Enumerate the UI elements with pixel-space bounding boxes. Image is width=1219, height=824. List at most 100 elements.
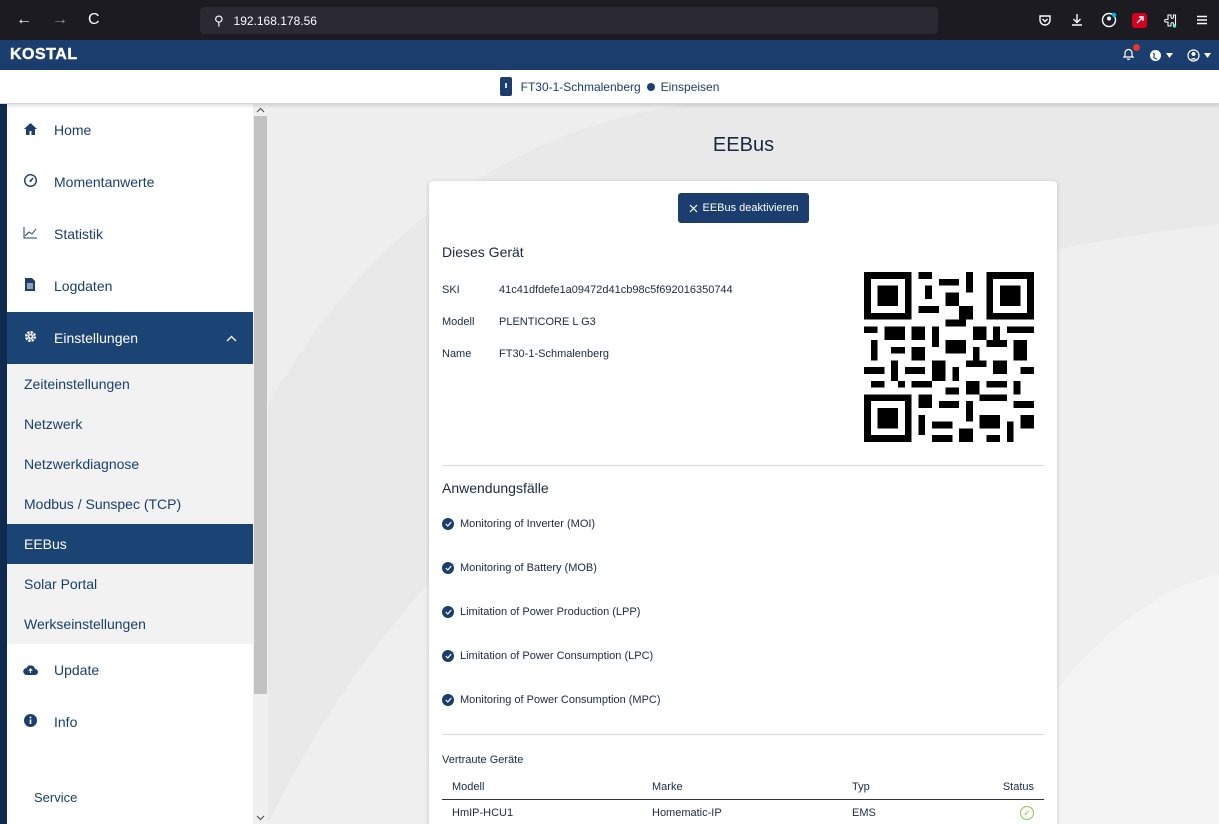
gauge-icon (23, 173, 37, 190)
address-bar[interactable]: ⚲ 192.168.178.56 (200, 7, 938, 34)
back-icon[interactable]: ← (16, 11, 32, 29)
usecase-item: Limitation of Power Production (LPP) (442, 606, 640, 618)
usecase-label: Limitation of Power Production (LPP) (460, 606, 641, 618)
submenu-item-werkseinstellungen[interactable]: Werkseinstellungen (7, 604, 253, 644)
browser-nav: ← → C (0, 11, 200, 29)
cell-marke: Homematic-IP (652, 807, 722, 819)
language-icon[interactable] (1149, 49, 1173, 62)
column-header[interactable]: Marke (642, 776, 842, 800)
menu-icon[interactable] (1193, 11, 1211, 29)
forward-icon[interactable]: → (52, 11, 68, 29)
device-info-row: Name FT30-1-Schmalenberg (442, 348, 609, 360)
sidebar-item-update[interactable]: Update (7, 644, 253, 696)
sidebar-item-statistik[interactable]: Statistik (7, 208, 253, 260)
column-header[interactable]: Typ (842, 776, 982, 800)
sidebar-item-einstellungen[interactable]: Einstellungen (7, 312, 253, 364)
sidebar-item-home[interactable]: Home (7, 104, 253, 156)
divider (442, 465, 1044, 466)
close-icon (689, 201, 698, 216)
usecase-item: Monitoring of Inverter (MOI) (442, 518, 595, 530)
check-circle-icon (442, 518, 454, 530)
trusted-devices-table: Modell Marke Typ Status HmIP-HCU1 Homema… (442, 776, 1044, 824)
extension-icon[interactable] (1132, 12, 1147, 28)
cloud-upload-icon (23, 663, 38, 678)
usecase-label: Limitation of Power Consumption (LPC) (460, 650, 654, 662)
table-header-row: Modell Marke Typ Status (442, 776, 1044, 800)
chevron-up-icon (226, 331, 237, 345)
settings-submenu: Zeiteinstellungen Netzwerk Netzwerkdiagn… (7, 364, 253, 644)
sidebar-item-momentanwerte[interactable]: Momentanwerte (7, 156, 253, 208)
sidebar-item-logdaten[interactable]: Logdaten (7, 260, 253, 312)
submenu-item-modbus[interactable]: Modbus / Sunspec (TCP) (7, 484, 253, 524)
usecase-label: Monitoring of Battery (MOB) (460, 562, 597, 574)
trusted-devices-title: Vertraute Geräte (442, 754, 524, 766)
check-circle-icon: ✓ (1020, 806, 1034, 820)
sidebar-item-info[interactable]: Info (7, 696, 253, 748)
column-header[interactable]: Modell (442, 776, 642, 800)
scroll-up-icon[interactable] (253, 104, 268, 116)
table-row[interactable]: HmIP-HCU1 Homematic-IP EMS ✓ (442, 800, 1044, 824)
inverter-icon (499, 77, 512, 96)
sidebar-item-label: Momentanwerte (54, 174, 155, 190)
device-section-title: Dieses Gerät (442, 244, 524, 260)
usecase-item: Limitation of Power Consumption (LPC) (442, 650, 653, 662)
sidebar-scrollbar[interactable] (253, 104, 268, 824)
chevron-down-icon (1204, 52, 1211, 58)
usecase-label: Monitoring of Inverter (MOI) (460, 518, 596, 530)
sidebar: Home Momentanwerte Statistik Logdaten Ei… (7, 104, 253, 824)
check-circle-icon (442, 650, 454, 662)
scroll-thumb[interactable] (254, 116, 267, 694)
submenu-item-eebus[interactable]: EEBus (7, 524, 253, 564)
user-icon[interactable] (1187, 48, 1211, 62)
submenu-item-netzwerk[interactable]: Netzwerk (7, 404, 253, 444)
sidebar-item-label: Logdaten (54, 278, 113, 294)
eebus-card: EEBus deaktivieren Dieses Gerät SKI 41c4… (429, 181, 1057, 824)
device-mode: Einspeisen (660, 79, 720, 94)
reload-icon[interactable]: C (88, 11, 100, 29)
qr-code-icon (864, 272, 1034, 442)
submenu-item-solar-portal[interactable]: Solar Portal (7, 564, 253, 604)
download-icon[interactable] (1068, 11, 1086, 29)
account-icon[interactable] (1100, 11, 1118, 29)
sidebar-service-link[interactable]: Service (7, 790, 77, 805)
notification-dot (1133, 44, 1140, 51)
cell-status: ✓ (982, 800, 1044, 824)
header-icons (1122, 40, 1211, 70)
file-icon (23, 278, 37, 294)
info-key: SKI (442, 284, 460, 296)
info-icon (23, 714, 37, 730)
info-value: FT30-1-Schmalenberg (499, 348, 610, 360)
sidebar-item-label: Info (54, 714, 78, 730)
sidebar-item-label: Statistik (54, 226, 104, 242)
submenu-item-zeiteinstellungen[interactable]: Zeiteinstellungen (7, 364, 253, 404)
extensions-icon[interactable] (1161, 11, 1179, 29)
sidebar-item-label: Home (54, 122, 92, 138)
check-circle-icon (442, 606, 454, 618)
app-header: KOSTAL (0, 40, 1219, 70)
column-header[interactable]: Status (982, 776, 1044, 800)
kostal-logo[interactable]: KOSTAL (0, 46, 78, 64)
chevron-down-icon (1166, 52, 1173, 58)
info-value: 41c41dfdefe1a09472d41cb98c5f692016350744 (499, 284, 733, 296)
device-status-bar: FT30-1-Schmalenberg Einspeisen (0, 70, 1219, 104)
check-circle-icon (442, 562, 454, 574)
main-content: EEBus EEBus deaktivieren Dieses Gerät SK… (268, 104, 1219, 824)
bell-icon[interactable] (1122, 44, 1140, 63)
submenu-item-netzwerkdiagnose[interactable]: Netzwerkdiagnose (7, 444, 253, 484)
status-dot (646, 82, 655, 91)
info-key: Modell (442, 316, 475, 328)
page-title: EEBus (712, 134, 775, 156)
usecases-title: Anwendungsfälle (442, 480, 549, 496)
search-icon: ⚲ (214, 12, 224, 28)
device-info-row: Modell PLENTICORE L G3 (442, 316, 596, 328)
usecase-item: Monitoring of Battery (MOB) (442, 562, 597, 574)
url-text[interactable]: 192.168.178.56 (234, 14, 317, 28)
info-value: PLENTICORE L G3 (499, 316, 596, 328)
chart-icon (23, 226, 37, 242)
pocket-icon[interactable] (1036, 11, 1054, 29)
deactivate-eebus-button[interactable]: EEBus deaktivieren (678, 193, 809, 223)
browser-tools (1036, 0, 1211, 40)
scroll-down-icon[interactable] (253, 812, 268, 824)
cell-modell: HmIP-HCU1 (452, 807, 514, 819)
gear-icon (23, 330, 37, 346)
